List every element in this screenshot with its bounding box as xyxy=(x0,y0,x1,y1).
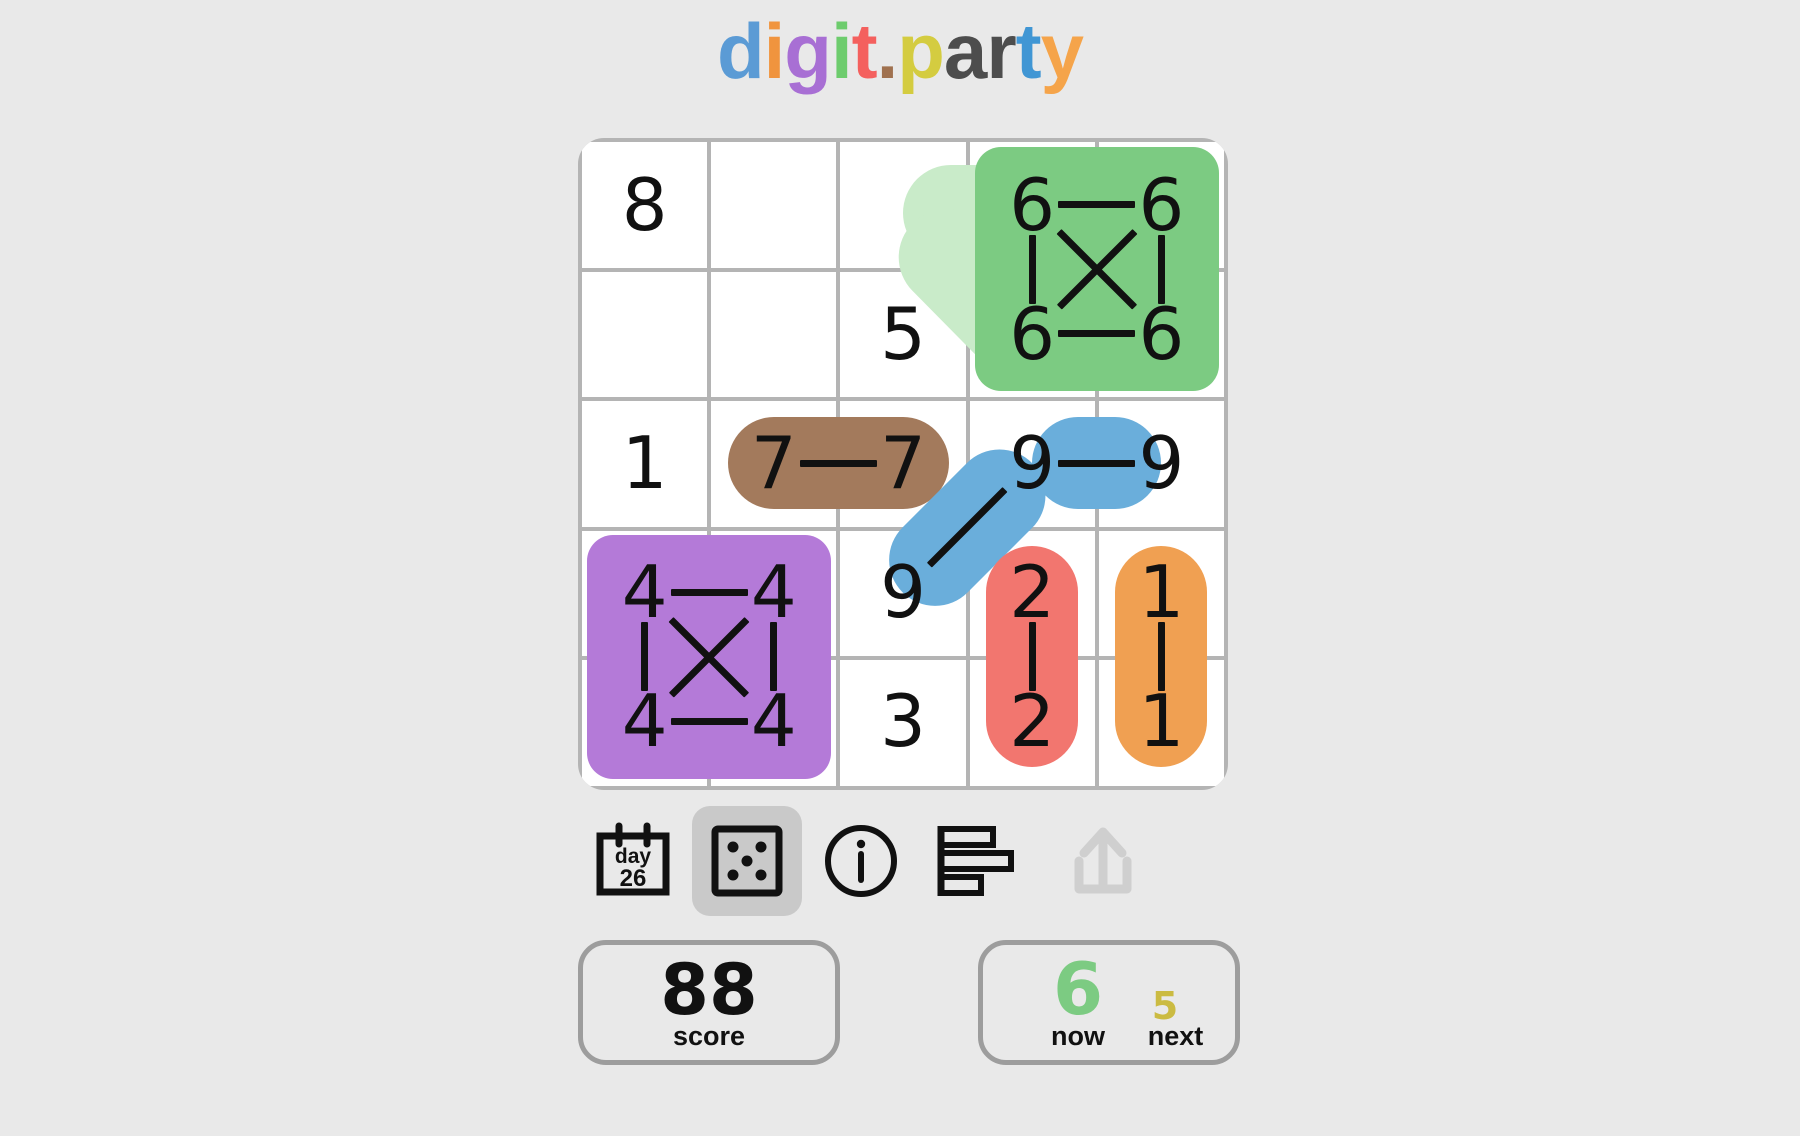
next-value: 5 xyxy=(1151,984,1179,1028)
stats-button[interactable] xyxy=(920,806,1030,916)
board-cell-r2c3[interactable] xyxy=(840,271,966,398)
title-letter-1: i xyxy=(763,7,786,95)
board-cell-r1c3[interactable] xyxy=(840,142,966,268)
share-button[interactable] xyxy=(1048,806,1158,916)
board-cell-r2c2[interactable] xyxy=(711,271,837,398)
title-letter-5: . xyxy=(876,7,899,95)
toolbar: day 26 xyxy=(578,806,1228,916)
board-cells xyxy=(578,138,1228,790)
board-cell-r1c4[interactable] xyxy=(969,142,1095,268)
board-cell-r4c2[interactable] xyxy=(711,530,837,657)
info-icon xyxy=(825,825,897,897)
board-cell-r1c2[interactable] xyxy=(711,142,837,268)
board-cell-r3c3[interactable] xyxy=(840,401,966,527)
share-upload-icon xyxy=(1074,827,1132,894)
board-cell-r1c5[interactable] xyxy=(1098,142,1224,268)
game-board[interactable]: 866566177994492144321 xyxy=(578,138,1228,790)
title-letter-9: t xyxy=(1015,7,1042,95)
board-cell-r5c2[interactable] xyxy=(711,660,837,786)
score-label: score xyxy=(672,1021,746,1051)
bar-chart-icon xyxy=(937,826,1014,896)
calendar-day-button[interactable]: day 26 xyxy=(578,806,688,916)
calendar-day-number: 26 xyxy=(620,865,647,892)
board-cell-r5c4[interactable] xyxy=(969,660,1095,786)
board-cell-r3c2[interactable] xyxy=(711,401,837,527)
board-cell-r5c3[interactable] xyxy=(840,660,966,786)
dice-button[interactable] xyxy=(692,806,802,916)
info-button[interactable] xyxy=(806,806,916,916)
title-letter-8: r xyxy=(986,7,1016,95)
title-letter-4: t xyxy=(851,7,878,95)
board-cell-r4c3[interactable] xyxy=(840,530,966,657)
title-letter-6: p xyxy=(897,7,945,95)
dice-icon xyxy=(711,825,783,897)
title-letter-3: i xyxy=(830,7,853,95)
board-cell-r2c1[interactable] xyxy=(582,271,708,398)
board-cell-r4c4[interactable] xyxy=(969,530,1095,657)
board-cell-r4c1[interactable] xyxy=(582,530,708,657)
page-title: digit.party xyxy=(0,12,1800,90)
title-letter-0: d xyxy=(716,7,765,95)
next-label: next xyxy=(1147,1021,1204,1051)
title-letter-7: a xyxy=(943,7,987,95)
now-value: 6 xyxy=(1052,947,1104,1031)
now-next-panel: 6 5 now next xyxy=(978,940,1240,1065)
board-cell-r1c1[interactable] xyxy=(582,142,708,268)
now-label: now xyxy=(1051,1021,1105,1051)
title-letter-2: g xyxy=(784,7,832,95)
board-cell-r3c5[interactable] xyxy=(1098,401,1224,527)
score-panel: 88 score xyxy=(578,940,840,1065)
score-value: 88 xyxy=(660,949,758,1031)
title-letter-10: y xyxy=(1040,7,1084,95)
board-cell-r3c4[interactable] xyxy=(969,401,1095,527)
board-cell-r3c1[interactable] xyxy=(582,401,708,527)
board-cell-r4c5[interactable] xyxy=(1098,530,1224,657)
board-cell-r5c1[interactable] xyxy=(582,660,708,786)
calendar-day-icon: day 26 xyxy=(596,822,670,896)
board-cell-r5c5[interactable] xyxy=(1098,660,1224,786)
board-cell-r2c4[interactable] xyxy=(969,271,1095,398)
board-cell-r2c5[interactable] xyxy=(1098,271,1224,398)
board-background: 866566177994492144321 xyxy=(578,138,1228,790)
